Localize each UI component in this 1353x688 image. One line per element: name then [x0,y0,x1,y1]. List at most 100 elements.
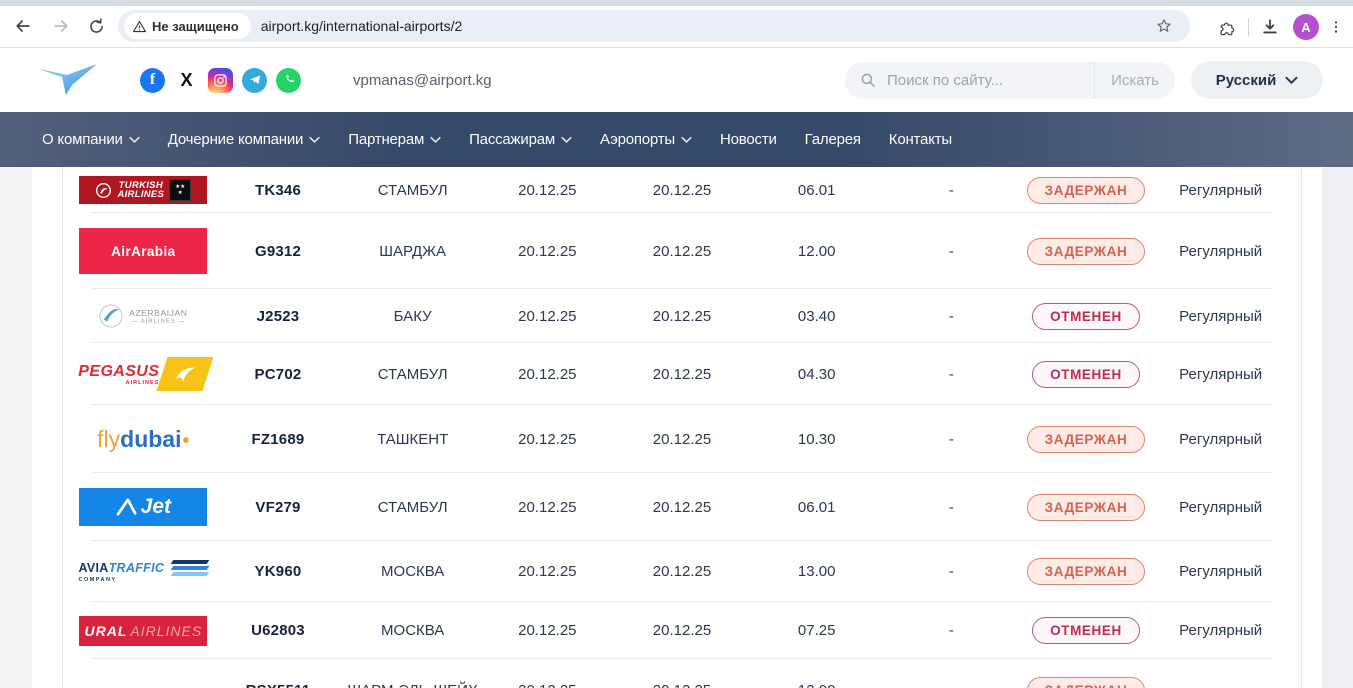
time: 07.25 [749,622,884,639]
status-badge: ОТМЕНЕН [1032,303,1140,330]
nav-item-label: Новости [720,131,777,148]
reload-button[interactable] [83,13,109,39]
airline-logo-cell: URALAIRLINES [76,616,211,646]
back-button[interactable] [10,13,36,39]
flight-type: Регулярный [1153,366,1288,383]
language-selector[interactable]: Русский [1191,61,1323,99]
status-cell: ОТМЕНЕН [1019,361,1154,388]
destination: ШАРМ-ЭЛЬ-ШЕЙХ [345,682,480,688]
download-icon [1260,17,1280,37]
date-scheduled: 20.12.25 [480,243,615,260]
airline-logo-flydubai: flydubai• [97,426,189,453]
airline-logo-ajet: Jet [79,488,207,526]
security-chip[interactable]: Не защищено [124,13,251,39]
search-input[interactable]: Поиск по сайту... [887,72,1094,89]
dash-cell: - [884,499,1019,516]
forward-button[interactable] [48,13,74,39]
date-scheduled: 20.12.25 [480,499,615,516]
nav-item-4[interactable]: Аэропорты [600,131,692,148]
nav-item-label: Пассажирам [469,131,555,148]
airport-logo[interactable] [36,60,100,100]
table-row[interactable]: Jet VF279 СТАМБУЛ 20.12.25 20.12.25 06.0… [63,473,1301,541]
flight-number: RSX5511 [211,682,346,688]
flight-number: J2523 [211,308,346,325]
turkish-emblem-icon [95,182,112,199]
dash-cell: - [884,431,1019,448]
scrollbar-track[interactable] [1322,167,1353,688]
table-row[interactable]: — RSX5511 ШАРМ-ЭЛЬ-ШЕЙХ 20.12.25 20.12.2… [63,659,1301,688]
facebook-icon[interactable]: f [140,68,165,93]
nav-item-0[interactable]: О компании [42,131,140,148]
chevron-down-icon [561,136,572,144]
destination: МОСКВА [345,622,480,639]
airline-logo-none: — [135,681,151,688]
back-arrow-icon [13,16,33,36]
status-badge: ЗАДЕРЖАН [1027,177,1146,204]
whatsapp-icon[interactable] [276,68,301,93]
profile-avatar[interactable]: A [1293,14,1319,40]
airline-logo-cell: — [76,681,211,688]
site-header: f X vpmanas@airport.kg Поиск по сайту...… [0,48,1353,112]
destination: ТАШКЕНТ [345,431,480,448]
time: 03.40 [749,308,884,325]
flight-number: G9312 [211,243,346,260]
date-actual: 20.12.25 [615,182,750,199]
telegram-plane-glyph [248,73,262,87]
status-cell: ЗАДЕРЖАН [1019,677,1154,688]
nav-item-1[interactable]: Дочерние компании [168,131,321,148]
telegram-icon[interactable] [242,68,267,93]
main-nav: О компании Дочерние компании Партнерам П… [0,112,1353,167]
table-row[interactable]: TURKISHAIRLINES★★★ TK346 СТАМБУЛ 20.12.2… [63,167,1301,213]
social-links: f X [140,68,301,93]
bookmark-star-button[interactable] [1151,13,1177,39]
time: 10.30 [749,431,884,448]
nav-item-3[interactable]: Пассажирам [469,131,572,148]
nav-item-label: Дочерние компании [168,131,304,148]
table-row[interactable]: URALAIRLINES U62803 МОСКВА 20.12.25 20.1… [63,602,1301,659]
browser-chrome: Не защищено airport.kg/international-air… [0,0,1353,48]
address-bar[interactable]: Не защищено airport.kg/international-air… [118,10,1190,42]
status-cell: ЗАДЕРЖАН [1019,494,1154,521]
airline-logo-aviatraffic: AVIATRAFFICCOMPANY [78,560,208,583]
nav-item-6[interactable]: Галерея [805,131,861,148]
dash-cell: - [884,563,1019,580]
page-gutter-left [0,167,32,688]
search-button[interactable]: Искать [1095,72,1175,89]
airline-logo-turkish: TURKISHAIRLINES★★★ [79,176,207,204]
status-cell: ЗАДЕРЖАН [1019,558,1154,585]
time: 06.01 [749,499,884,516]
table-row[interactable]: AirArabia G9312 ШАРДЖА 20.12.25 20.12.25… [63,213,1301,289]
date-actual: 20.12.25 [615,431,750,448]
airline-logo-cell: AZERBAIJAN— AIRLINES — [76,304,211,328]
azerbaijan-emblem-icon [99,304,123,328]
contact-email[interactable]: vpmanas@airport.kg [353,72,492,89]
time: 13.00 [749,563,884,580]
page-content: TURKISHAIRLINES★★★ TK346 СТАМБУЛ 20.12.2… [0,167,1353,688]
extensions-puzzle-icon [1218,18,1237,37]
downloads-button[interactable] [1257,14,1283,40]
date-scheduled: 20.12.25 [480,563,615,580]
x-twitter-icon[interactable]: X [174,68,199,93]
toolbar-divider [1248,18,1249,36]
nav-item-7[interactable]: Контакты [889,131,952,148]
flight-number: TK346 [211,182,346,199]
table-row[interactable]: AVIATRAFFICCOMPANY YK960 МОСКВА 20.12.25… [63,541,1301,602]
instagram-icon[interactable] [208,68,233,93]
url-text[interactable]: airport.kg/international-airports/2 [261,18,463,34]
destination: СТАМБУЛ [345,499,480,516]
airline-logo-ural: URALAIRLINES [79,616,207,646]
site-search[interactable]: Поиск по сайту... Искать [845,62,1175,99]
dash-cell: - [884,622,1019,639]
nav-item-5[interactable]: Новости [720,131,777,148]
nav-item-2[interactable]: Партнерам [348,131,441,148]
table-row[interactable]: AZERBAIJAN— AIRLINES — J2523 БАКУ 20.12.… [63,289,1301,343]
nav-item-label: Контакты [889,131,952,148]
table-row[interactable]: PEGASUSAIRLINES PC702 СТАМБУЛ 20.12.25 2… [63,343,1301,405]
airline-logo-airarabia: AirArabia [79,228,207,274]
menu-kebab-button[interactable] [1323,14,1349,40]
status-badge: ЗАДЕРЖАН [1027,426,1146,453]
table-row[interactable]: flydubai• FZ1689 ТАШКЕНТ 20.12.25 20.12.… [63,405,1301,473]
extensions-button[interactable] [1214,14,1240,40]
time: 04.30 [749,366,884,383]
flight-type: Регулярный [1153,308,1288,325]
